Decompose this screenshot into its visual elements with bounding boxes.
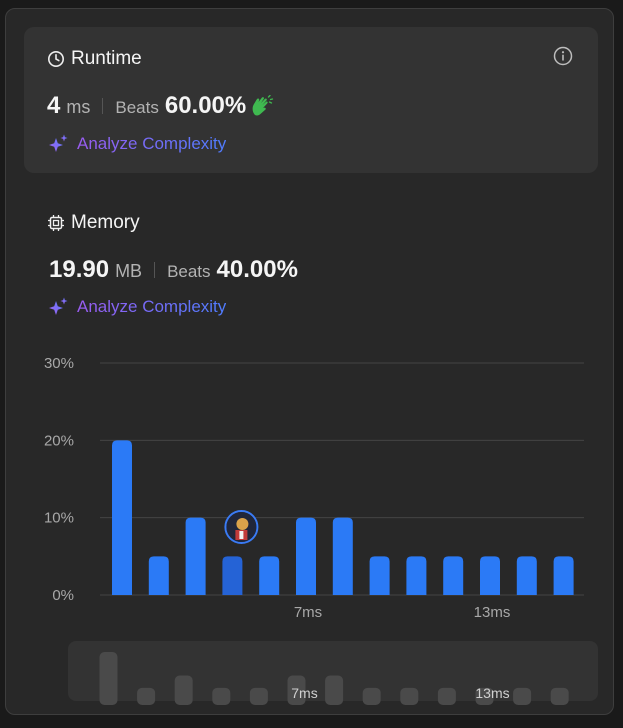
chart-bar[interactable]: [443, 556, 464, 595]
y-tick-label: 20%: [44, 432, 74, 449]
chart-bar[interactable]: [406, 556, 427, 595]
chart-bar[interactable]: [553, 556, 574, 595]
distribution-chart: 30% 20% 10% 0% 7ms 13ms 7ms 13ms: [44, 355, 598, 705]
y-tick-label: 0%: [52, 587, 74, 604]
chart-bar[interactable]: [222, 556, 243, 595]
minimap-bar: [513, 687, 532, 705]
minimap-tick-label: 13ms: [475, 685, 509, 701]
y-tick-label: 30%: [44, 355, 74, 372]
minimap-bar: [325, 675, 344, 705]
minimap-tick-label: 7ms: [291, 685, 317, 701]
minimap-bar: [400, 687, 419, 705]
chart-bar[interactable]: [148, 556, 169, 595]
x-axis-labels: 7ms 13ms: [294, 604, 511, 621]
chart-bar[interactable]: [185, 517, 206, 595]
chart-bar[interactable]: [296, 517, 316, 595]
minimap-bar: [99, 652, 118, 705]
chart-bar[interactable]: [259, 556, 280, 595]
avatar-image: [226, 512, 257, 542]
chart-bar[interactable]: [112, 440, 132, 595]
x-tick-label: 13ms: [474, 604, 511, 621]
minimap-bar: [174, 675, 193, 705]
chart-bar[interactable]: [516, 556, 537, 595]
y-axis-labels: 30% 20% 10% 0%: [44, 355, 74, 604]
minimap-bar: [249, 687, 268, 705]
minimap-bar: [437, 687, 456, 705]
minimap-bar: [362, 687, 381, 705]
minimap-bar: [137, 687, 156, 705]
minimap-bar: [550, 687, 569, 705]
y-tick-label: 10%: [44, 510, 74, 527]
minimap-bar: [212, 687, 231, 705]
chart-bar[interactable]: [369, 556, 390, 595]
x-tick-label: 7ms: [294, 604, 322, 621]
chart-bar[interactable]: [332, 517, 353, 595]
chart-bar[interactable]: [480, 556, 500, 595]
avatar[interactable]: [224, 510, 259, 544]
